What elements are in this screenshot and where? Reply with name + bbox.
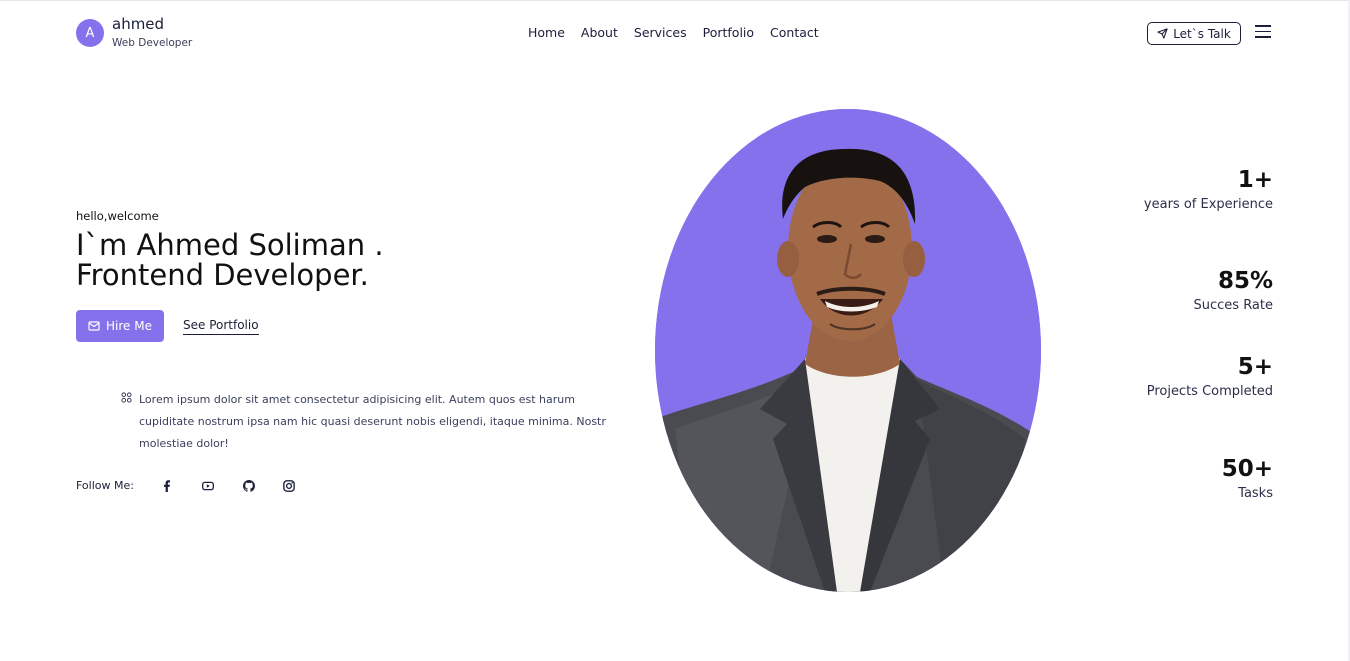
stat-value: 1+: [1237, 167, 1273, 193]
stat-value: 5+: [1237, 354, 1273, 380]
stat-experience: 1+ years of Experience: [1144, 167, 1273, 213]
stat-label: Succes Rate: [1193, 298, 1274, 313]
nav-services[interactable]: Services: [634, 25, 687, 40]
brand-text: ahmed Web Developer: [112, 16, 192, 50]
mail-icon: [88, 321, 100, 331]
hamburger-menu-icon[interactable]: [1255, 25, 1271, 39]
headline-line-2: Frontend Developer.: [76, 258, 369, 292]
nav-contact[interactable]: Contact: [770, 25, 819, 40]
lets-talk-button[interactable]: Let`s Talk: [1147, 22, 1241, 45]
brand[interactable]: A ahmed Web Developer: [76, 16, 192, 50]
grid-icon: [121, 392, 132, 403]
lets-talk-label: Let`s Talk: [1173, 26, 1231, 41]
brand-role: Web Developer: [112, 37, 193, 49]
stat-success-rate: 85% Succes Rate: [1194, 268, 1274, 314]
stat-label: Tasks: [1238, 486, 1273, 501]
headline-line-1: I`m Ahmed Soliman .: [76, 228, 384, 262]
stat-projects: 5+ Projects Completed: [1147, 354, 1273, 400]
greeting: hello,welcome: [76, 209, 159, 223]
nav-portfolio[interactable]: Portfolio: [703, 25, 754, 40]
stat-label: years of Experience: [1143, 197, 1273, 212]
see-portfolio-link[interactable]: See Portfolio: [183, 318, 259, 335]
follow-label: Follow Me:: [76, 479, 134, 492]
hire-me-label: Hire Me: [106, 319, 152, 333]
stat-value: 50+: [1221, 456, 1273, 482]
hire-me-button[interactable]: Hire Me: [76, 310, 164, 342]
profile-photo: [655, 109, 1041, 592]
top-border: [0, 0, 1350, 1]
nav-home[interactable]: Home: [528, 25, 565, 40]
stat-label: Projects Completed: [1146, 384, 1273, 399]
instagram-icon[interactable]: [282, 479, 296, 493]
stat-tasks: 50+ Tasks: [1222, 456, 1273, 502]
avatar: A: [76, 19, 104, 47]
main-nav: Home About Services Portfolio Contact: [528, 25, 819, 40]
send-icon: [1157, 28, 1168, 39]
facebook-icon[interactable]: [160, 479, 174, 493]
nav-about[interactable]: About: [581, 25, 618, 40]
youtube-icon[interactable]: [201, 479, 215, 493]
hero-description: Lorem ipsum dolor sit amet consectetur a…: [139, 393, 606, 450]
stat-value: 85%: [1217, 268, 1273, 294]
github-icon[interactable]: [242, 479, 256, 493]
brand-name: ahmed: [112, 15, 165, 33]
hero-headline: I`m Ahmed Soliman . Frontend Developer.: [76, 230, 384, 290]
